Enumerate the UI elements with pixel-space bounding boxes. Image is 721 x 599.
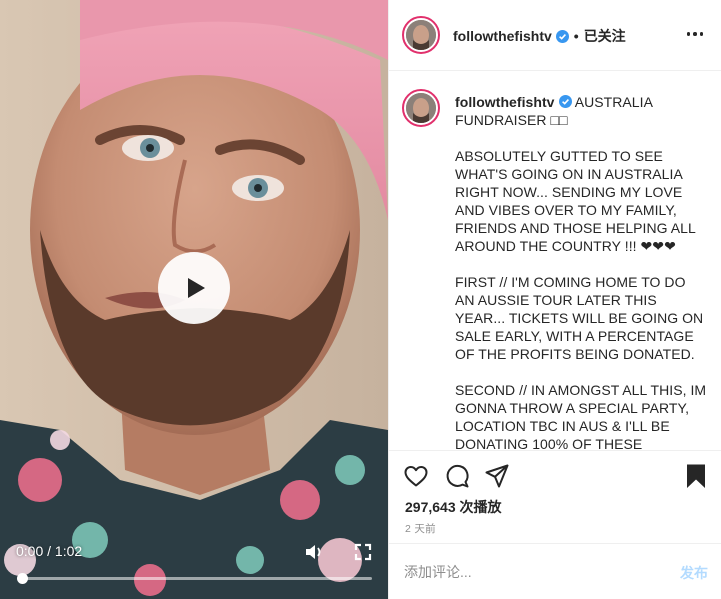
more-options-button[interactable] <box>682 22 708 46</box>
following-button[interactable]: 已关注 <box>584 26 626 46</box>
share-button[interactable] <box>484 463 510 489</box>
volume-button[interactable] <box>304 542 324 562</box>
heart-icon <box>404 466 428 487</box>
save-button[interactable] <box>683 463 709 489</box>
video-time: 0:00 / 1:02 <box>16 543 83 559</box>
progress-handle[interactable] <box>17 573 28 584</box>
instagram-post: 0:00 / 1:02 followthefishtv • 已关注 follow… <box>0 0 721 599</box>
post-timestamp[interactable]: 2 天前 <box>405 521 436 536</box>
avatar-image <box>406 20 436 50</box>
caption-username[interactable]: followthefishtv <box>455 94 555 110</box>
play-button[interactable] <box>158 252 230 324</box>
avatar[interactable] <box>402 16 440 54</box>
comments-section[interactable]: followthefishtv AUSTRALIA FUNDRAISER □□ … <box>389 72 721 450</box>
play-icon <box>188 278 205 298</box>
post-actions: 297,643 次播放 2 天前 <box>389 450 721 543</box>
video-player[interactable]: 0:00 / 1:02 <box>0 0 388 599</box>
header-line: followthefishtv • 已关注 <box>453 26 626 46</box>
comment-icon <box>446 464 469 488</box>
post-caption: followthefishtv AUSTRALIA FUNDRAISER □□ … <box>455 93 707 450</box>
caption-paragraph: FIRST // I'M COMING HOME TO DO AN AUSSIE… <box>455 274 704 362</box>
caption-avatar[interactable] <box>402 89 440 127</box>
bookmark-icon <box>687 464 705 488</box>
volume-icon <box>306 545 321 559</box>
avatar-image <box>406 93 436 123</box>
caption-paragraph: SECOND // IN AMONGST ALL THIS, IM GONNA … <box>455 382 707 450</box>
view-count[interactable]: 297,643 次播放 <box>405 497 502 517</box>
separator: • <box>573 28 579 44</box>
comment-button[interactable] <box>444 463 470 489</box>
video-progress-bar[interactable] <box>17 573 372 584</box>
caption-paragraph: ABSOLUTELY GUTTED TO SEE WHAT'S GOING ON… <box>455 148 696 254</box>
fullscreen-icon <box>354 543 372 561</box>
fullscreen-button[interactable] <box>353 542 373 562</box>
add-comment-bar: 发布 <box>389 543 721 599</box>
share-icon <box>485 464 509 488</box>
more-options-icon <box>686 32 691 36</box>
comment-input[interactable] <box>404 561 654 583</box>
verified-badge-icon <box>555 29 569 43</box>
like-button[interactable] <box>403 463 429 489</box>
header-username[interactable]: followthefishtv <box>453 28 552 44</box>
verified-badge-icon <box>558 95 572 108</box>
post-details-panel: followthefishtv • 已关注 followthefishtv AU… <box>388 0 721 599</box>
post-comment-button[interactable]: 发布 <box>680 563 708 583</box>
post-header: followthefishtv • 已关注 <box>389 0 721 71</box>
